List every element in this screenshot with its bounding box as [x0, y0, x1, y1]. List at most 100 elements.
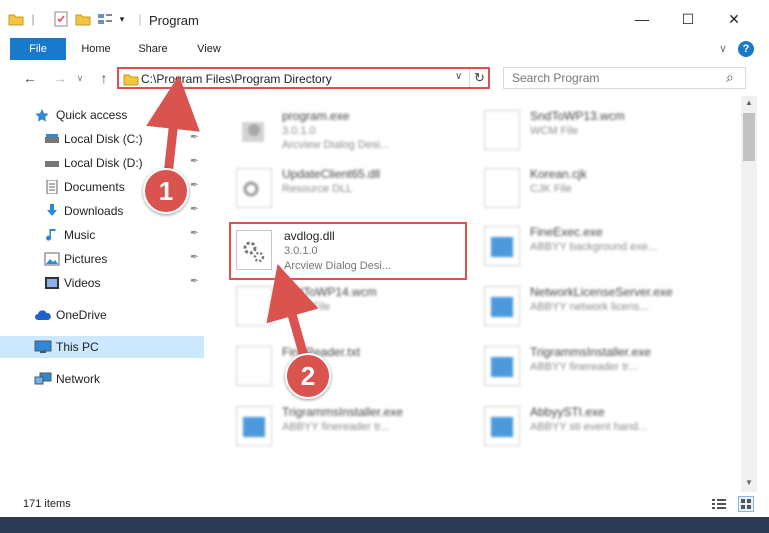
sidebar-item-label: Documents: [64, 180, 125, 194]
customize-icon[interactable]: [96, 9, 114, 29]
window-title: Program: [149, 13, 199, 28]
file-description: ABBYY finereader tr...: [530, 361, 638, 373]
address-path[interactable]: C:\Program Files\Program Directory: [141, 72, 332, 86]
sidebar-item-quick-access[interactable]: Quick access: [0, 104, 204, 126]
search-box[interactable]: Search Program ⌕: [503, 67, 746, 89]
scroll-up-icon[interactable]: ▲: [745, 98, 753, 107]
app-icon: [484, 406, 520, 446]
pin-icon[interactable]: ✒: [190, 228, 198, 239]
up-button[interactable]: ↑: [93, 68, 115, 88]
file-type: Resource DLL: [282, 183, 353, 195]
recent-locations-button[interactable]: ∨: [73, 68, 87, 88]
file-name: UpdateClient65.dll: [282, 167, 381, 181]
pin-icon[interactable]: ✒: [190, 180, 198, 191]
file-item[interactable]: FineReader.txt: [236, 340, 476, 396]
gear-dll-icon: [236, 168, 272, 208]
file-item[interactable]: SndToWP13.wcm WCM File: [484, 104, 724, 160]
large-icons-view-icon[interactable]: [738, 496, 754, 512]
file-type: WCM File: [530, 125, 579, 137]
document-icon: [484, 168, 520, 208]
file-list: program.exe 3.0.1.0 Arcview Dialog Desi.…: [206, 96, 741, 492]
sidebar-item-label: Local Disk (D:): [64, 156, 143, 170]
back-button[interactable]: ←: [19, 68, 41, 88]
minimize-button[interactable]: —: [619, 0, 665, 38]
pin-icon[interactable]: ✒: [190, 252, 198, 263]
file-item[interactable]: NetworkLicenseServer.exe ABBYY network l…: [484, 280, 724, 336]
scrollbar-thumb[interactable]: [743, 113, 755, 161]
app-icon: [484, 346, 520, 386]
sidebar-item-label: Music: [64, 228, 96, 242]
tab-file[interactable]: File: [10, 38, 66, 60]
search-input[interactable]: Search Program: [512, 71, 599, 85]
sidebar-item-label: OneDrive: [56, 308, 107, 322]
file-name: FineExec.exe: [530, 225, 603, 239]
pin-icon[interactable]: ✒: [190, 156, 198, 167]
address-dropdown-icon[interactable]: ∨: [455, 71, 462, 82]
folder-icon: [123, 72, 139, 89]
sidebar-item-label: Downloads: [64, 204, 124, 218]
forward-button[interactable]: →: [49, 68, 71, 88]
folder-icon: [8, 9, 24, 29]
sidebar-item-label: This PC: [56, 340, 99, 354]
sidebar-item-videos[interactable]: Videos ✒: [0, 272, 204, 294]
sidebar-item-label: Local Disk (C:): [64, 132, 143, 146]
step-badge-1: 1: [143, 168, 189, 214]
sidebar-item-music[interactable]: Music ✒: [0, 224, 204, 246]
pin-icon[interactable]: ✒: [190, 132, 198, 143]
music-icon: [44, 228, 60, 242]
maximize-button[interactable]: ☐: [665, 0, 711, 38]
pin-icon[interactable]: ✒: [190, 204, 198, 215]
file-name: TrigrammsInstaller.exe: [282, 405, 403, 419]
new-folder-icon[interactable]: [74, 9, 92, 29]
file-description: ABBYY sti event hand...: [530, 421, 648, 433]
scroll-down-icon[interactable]: ▼: [745, 478, 753, 487]
network-icon: [34, 372, 52, 386]
file-name: TrigrammsInstaller.exe: [530, 345, 651, 359]
file-description: ABBYY background exe...: [530, 241, 657, 253]
qat-dropdown-icon[interactable]: ▾: [116, 9, 128, 29]
sidebar-item-label: Quick access: [56, 108, 128, 122]
tab-view[interactable]: View: [186, 38, 232, 60]
separator: [469, 69, 470, 87]
pin-icon[interactable]: ✒: [190, 276, 198, 287]
tab-share[interactable]: Share: [128, 38, 178, 60]
sidebar-item-this-pc[interactable]: This PC: [0, 336, 204, 358]
exe-icon: [236, 110, 272, 150]
file-item[interactable]: TrigrammsInstaller.exe ABBYY finereader …: [484, 340, 724, 396]
vertical-scrollbar[interactable]: ▲ ▼: [741, 96, 757, 492]
address-bar[interactable]: C:\Program Files\Program Directory ∨ ↻: [117, 67, 490, 89]
ribbon-collapse-icon[interactable]: ∨: [714, 38, 732, 60]
sidebar-item-local-disk-c[interactable]: Local Disk (C:) ✒: [0, 128, 204, 150]
file-item[interactable]: SndToWP14.wcm WCM File: [236, 280, 476, 336]
tab-home[interactable]: Home: [72, 38, 120, 60]
file-item[interactable]: AbbyySTI.exe ABBYY sti event hand...: [484, 400, 724, 456]
separator: |: [138, 12, 142, 26]
file-item[interactable]: TrigrammsInstaller.exe ABBYY finereader …: [236, 400, 476, 456]
drive-icon: [44, 156, 60, 170]
file-item[interactable]: FineExec.exe ABBYY background exe...: [484, 220, 724, 276]
close-button[interactable]: ✕: [711, 0, 757, 38]
sidebar-item-pictures[interactable]: Pictures ✒: [0, 248, 204, 270]
star-icon: [34, 108, 50, 122]
file-type: WCM File: [282, 301, 331, 313]
file-item[interactable]: UpdateClient65.dll Resource DLL: [236, 162, 476, 218]
cloud-icon: [34, 308, 51, 322]
file-name: Korean.cjk: [530, 167, 587, 181]
file-item[interactable]: program.exe 3.0.1.0 Arcview Dialog Desi.…: [236, 104, 476, 160]
sidebar-item-onedrive[interactable]: OneDrive: [0, 304, 204, 326]
file-item[interactable]: Korean.cjk CJK File: [484, 162, 724, 218]
sidebar-item-network[interactable]: Network: [0, 368, 204, 390]
computer-icon: [34, 340, 52, 354]
title-bar: | ▾ | Program — ☐ ✕: [0, 0, 769, 38]
file-version: 3.0.1.0: [282, 125, 316, 137]
ribbon-tabs: File Home Share View ∨ ?: [0, 38, 769, 61]
status-bar: 171 items: [0, 492, 769, 517]
refresh-icon[interactable]: ↻: [474, 70, 485, 86]
videos-icon: [44, 276, 60, 290]
help-icon[interactable]: ?: [738, 41, 754, 57]
sidebar-item-label: Videos: [64, 276, 101, 290]
search-icon: ⌕: [726, 69, 734, 85]
file-name: AbbyySTI.exe: [530, 405, 605, 419]
details-view-icon[interactable]: [712, 498, 726, 513]
properties-icon[interactable]: [52, 9, 70, 29]
